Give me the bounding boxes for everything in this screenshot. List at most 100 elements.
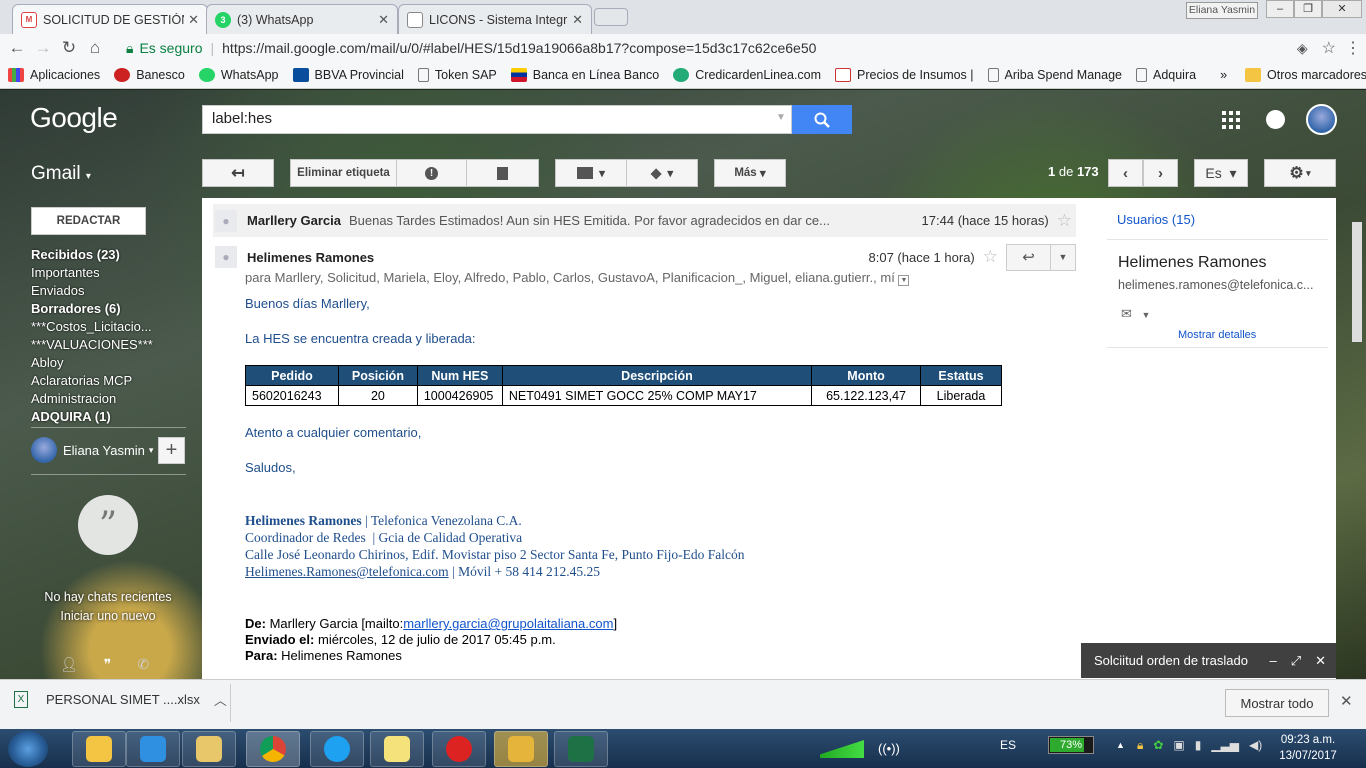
network-icon[interactable]: ((•)): [878, 741, 900, 756]
star-icon[interactable]: ☆: [1057, 211, 1072, 231]
sync-icon[interactable]: ✿: [1153, 738, 1163, 752]
power-icon[interactable]: ▮: [1195, 738, 1202, 752]
close-tab-icon[interactable]: ✕: [572, 12, 583, 28]
close-icon[interactable]: ✕: [1315, 653, 1326, 669]
close-tab-icon[interactable]: ✕: [378, 12, 389, 28]
tab-licons[interactable]: LICONS - Sistema Integr ✕: [398, 4, 592, 34]
remove-label-button[interactable]: Eliminar etiqueta: [290, 159, 397, 187]
newer-button[interactable]: ‹: [1108, 159, 1143, 187]
users-link[interactable]: Usuarios (15): [1117, 212, 1195, 227]
folder-drafts[interactable]: Borradores (6): [31, 300, 156, 318]
close-tab-icon[interactable]: ✕: [188, 12, 199, 28]
taskbar-notes[interactable]: [370, 731, 424, 767]
signature-email-link[interactable]: Helimenes.Ramones@telefonica.com: [245, 564, 449, 579]
expand-icon[interactable]: ⤢: [1291, 653, 1301, 669]
email-contact-icon[interactable]: ✉ ▼: [1121, 306, 1150, 322]
home-icon[interactable]: ⌂: [82, 38, 108, 58]
scrollbar[interactable]: [1352, 222, 1362, 342]
eye-icon[interactable]: ◈: [1297, 40, 1308, 57]
gmail-menu[interactable]: Gmail ▾: [31, 163, 91, 185]
bookmark-adquira[interactable]: Adquira: [1135, 68, 1196, 82]
show-details-link[interactable]: Mostrar detalles: [1178, 329, 1256, 341]
other-bookmarks[interactable]: Otros marcadores: [1245, 68, 1366, 82]
from-email-link[interactable]: marllery.garcia@grupolaitaliana.com: [403, 616, 613, 631]
hangouts-icon[interactable]: ❞: [104, 656, 112, 673]
taskbar-dropbox[interactable]: [126, 731, 180, 767]
compose-popup[interactable]: Solciitud orden de traslado – ⤢ ✕: [1081, 643, 1336, 678]
labels-button[interactable]: ⬥ ▾: [626, 159, 698, 187]
taskbar-explorer[interactable]: [182, 731, 236, 767]
delete-button[interactable]: [466, 159, 539, 187]
folder-inbox[interactable]: Recibidos (23): [31, 246, 156, 264]
account-avatar[interactable]: [1306, 104, 1337, 135]
recipients-line[interactable]: para Marllery, Solicitud, Mariela, Eloy,…: [245, 270, 910, 286]
folder-adquira[interactable]: ADQUIRA (1): [31, 408, 156, 426]
start-chat-link[interactable]: Iniciar uno nuevo: [30, 607, 186, 626]
bookmark-star-icon[interactable]: ☆: [1322, 38, 1336, 58]
back-to-list-button[interactable]: ↤: [202, 159, 274, 187]
reload-icon[interactable]: ↻: [56, 38, 82, 58]
google-apps-icon[interactable]: [1222, 111, 1240, 132]
tab-gmail[interactable]: M SOLICITUD DE GESTIÓN ✕: [12, 4, 208, 34]
menu-dots-icon[interactable]: ⋮: [1345, 38, 1361, 58]
close-window-button[interactable]: ✕: [1322, 0, 1362, 18]
notifications-icon[interactable]: [1266, 110, 1285, 129]
network-status-icon[interactable]: ▣: [1173, 738, 1184, 752]
collapsed-message[interactable]: ● Marllery Garcia Buenas Tardes Estimado…: [213, 204, 1076, 237]
bookmark-banesco[interactable]: Banesco: [114, 68, 185, 82]
input-tools-button[interactable]: Es ▾: [1194, 159, 1248, 187]
bookmark-banca-linea[interactable]: Banca en Línea Banco: [510, 68, 659, 82]
minimize-icon[interactable]: –: [1269, 653, 1276, 668]
reply-button[interactable]: ↩: [1006, 243, 1051, 271]
search-options-icon[interactable]: ▼: [776, 112, 786, 123]
bookmark-ariba[interactable]: Ariba Spend Manage: [987, 68, 1122, 82]
profile-badge[interactable]: Eliana Yasmin: [1186, 2, 1258, 19]
more-button[interactable]: Más ▾: [714, 159, 786, 187]
lock-icon[interactable]: 🔒︎: [1137, 738, 1143, 753]
contacts-icon[interactable]: 👤︎: [60, 656, 78, 673]
folder-administracion[interactable]: Administracion: [31, 390, 156, 408]
close-downloads-icon[interactable]: ✕: [1340, 692, 1353, 710]
clock[interactable]: 09:23 a.m. 13/07/2017: [1276, 732, 1340, 764]
settings-button[interactable]: ⚙ ▾: [1264, 159, 1336, 187]
volume-icon[interactable]: ◀): [1249, 738, 1262, 752]
move-to-button[interactable]: ▾: [555, 159, 627, 187]
url-text[interactable]: https://mail.google.com/mail/u/0/#label/…: [222, 40, 816, 56]
folder-abloy[interactable]: Abloy: [31, 354, 156, 372]
restore-button[interactable]: ❐: [1294, 0, 1322, 18]
start-button[interactable]: [8, 731, 48, 767]
taskbar-lock[interactable]: [494, 731, 548, 767]
report-spam-button[interactable]: !: [396, 159, 467, 187]
taskbar-excel[interactable]: [554, 731, 608, 767]
tab-whatsapp[interactable]: 3 (3) WhatsApp ✕: [206, 4, 398, 34]
older-button[interactable]: ›: [1143, 159, 1178, 187]
chevron-up-icon[interactable]: ︿: [214, 690, 227, 709]
compose-button[interactable]: REDACTAR: [31, 207, 146, 235]
back-icon[interactable]: ←: [4, 38, 30, 58]
bookmark-bbva[interactable]: BBVA Provincial: [292, 68, 404, 82]
taskbar-vpn[interactable]: [432, 731, 486, 767]
folder-aclaratorias[interactable]: Aclaratorias MCP: [31, 372, 156, 390]
more-actions-button[interactable]: ▼: [1051, 243, 1076, 271]
star-icon[interactable]: ☆: [983, 247, 998, 267]
phone-icon[interactable]: ✆: [137, 656, 149, 673]
folder-valuaciones[interactable]: ***VALUACIONES***: [31, 336, 156, 354]
minimize-button[interactable]: –: [1266, 0, 1294, 18]
wifi-icon[interactable]: ▁▃▅: [1211, 738, 1239, 752]
folder-sent[interactable]: Enviados: [31, 282, 156, 300]
bookmark-whatsapp[interactable]: WhatsApp: [198, 68, 279, 82]
search-button[interactable]: [792, 105, 852, 134]
language-indicator[interactable]: ES: [1000, 738, 1016, 752]
show-hidden-icons[interactable]: ▲: [1116, 740, 1125, 750]
bookmarks-overflow[interactable]: »: [1220, 68, 1227, 82]
bookmark-token-sap[interactable]: Token SAP: [417, 68, 497, 82]
folder-important[interactable]: Importantes: [31, 264, 156, 282]
folder-costos[interactable]: ***Costos_Licitacio...: [31, 318, 156, 336]
new-tab-button[interactable]: [594, 8, 628, 26]
new-chat-button[interactable]: +: [158, 437, 185, 464]
bookmark-credicard[interactable]: CredicardenLinea.com: [673, 68, 821, 82]
hangouts-user[interactable]: Eliana Yasmin ▾: [31, 437, 153, 463]
address-bar[interactable]: 🔒︎ Es seguro | https://mail.google.com/m…: [120, 36, 1336, 60]
search-input[interactable]: label:hes: [202, 105, 792, 134]
bookmark-apps[interactable]: Aplicaciones: [8, 68, 100, 82]
